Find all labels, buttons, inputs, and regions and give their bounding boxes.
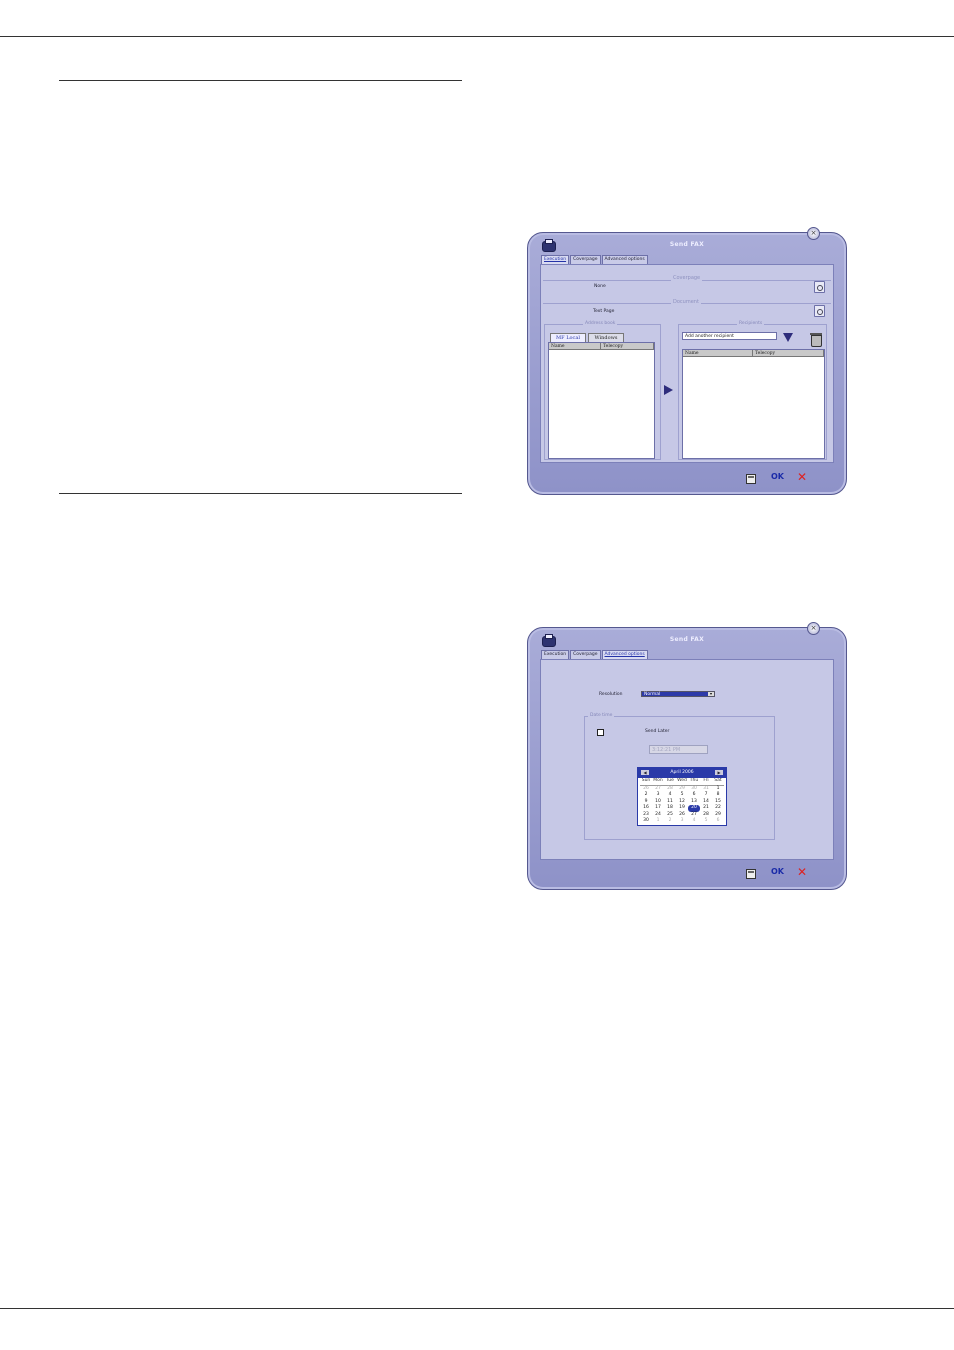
calendar-day-name: Mon <box>652 778 664 786</box>
send-fax-dialog-advanced: Send FAX × Execution Coverpage Advanced … <box>527 622 847 890</box>
recipients-list[interactable]: Name Telecopy <box>682 349 825 459</box>
save-icon[interactable] <box>746 869 756 879</box>
save-icon[interactable] <box>746 474 756 484</box>
tab-advanced-options[interactable]: Advanced options <box>601 255 648 264</box>
tab-bar: Execution Coverpage Advanced options <box>541 650 649 659</box>
time-value: 3:12:21 PM <box>652 747 681 753</box>
trash-icon[interactable] <box>810 333 822 347</box>
add-recipient-input[interactable]: Add another recipient <box>682 332 777 340</box>
address-book-list[interactable]: Name Telecopy <box>548 342 655 459</box>
calendar-header: ◀ April 2006 ▶ <box>638 768 726 778</box>
tab-advanced-options[interactable]: Advanced options <box>601 650 648 659</box>
footer-rule <box>0 1308 954 1309</box>
chevron-down-icon[interactable]: ▾ <box>708 692 714 696</box>
calendar-month-year: April 2006 <box>670 770 694 775</box>
coverpage-group-label: Coverpage <box>671 275 703 281</box>
document-browse-icon[interactable] <box>814 305 825 317</box>
calendar: ◀ April 2006 ▶ Sun Mon Tue Wed Thu Fri Sat 26 27… <box>637 767 727 826</box>
column-name[interactable]: Name <box>683 350 753 357</box>
send-later-checkbox[interactable] <box>597 729 604 736</box>
header-rule <box>0 36 954 37</box>
address-book-group: Address book MF Local Windows Name Telec… <box>544 321 661 460</box>
tab-coverpage[interactable]: Coverpage <box>570 650 601 659</box>
calendar-day[interactable]: 3 <box>676 818 688 825</box>
calendar-day-name: Wed <box>676 778 688 786</box>
column-telecopy[interactable]: Telecopy <box>601 343 654 350</box>
recipients-group: Recipients Add another recipient Name Te… <box>678 321 827 460</box>
section-rule-middle <box>59 493 462 494</box>
prev-month-button[interactable]: ◀ <box>641 770 649 775</box>
date-time-group: Date time Send Later 3:12:21 PM ◀ April … <box>584 713 775 840</box>
time-input[interactable]: 3:12:21 PM <box>649 745 708 754</box>
resolution-select[interactable]: Normal ▾ <box>641 691 715 697</box>
calendar-day-name: Sun <box>640 778 652 786</box>
execution-panel: Coverpage None Document Text Page Addres… <box>540 264 834 463</box>
calendar-day[interactable]: 6 <box>712 818 724 825</box>
calendar-day[interactable]: 5 <box>700 818 712 825</box>
calendar-day-name: Fri <box>700 778 712 786</box>
advanced-options-panel: Resolution Normal ▾ Date time Send Later… <box>540 659 834 860</box>
document-group-label: Document <box>671 299 701 305</box>
calendar-grid: Sun Mon Tue Wed Thu Fri Sat 26 27 28 29 30 31 1 2 3 4 5 6 7… <box>638 778 726 825</box>
tab-execution[interactable]: Execution <box>541 650 570 659</box>
calendar-day[interactable]: 30 <box>640 818 652 825</box>
column-name[interactable]: Name <box>549 343 601 350</box>
next-month-button[interactable]: ▶ <box>715 770 723 775</box>
calendar-day-name: Tue <box>664 778 676 786</box>
section-rule-top <box>59 80 462 81</box>
window-title: Send FAX <box>669 636 705 643</box>
document-value: Text Page <box>593 309 615 314</box>
resolution-label: Resolution <box>599 692 623 697</box>
calendar-day[interactable]: 2 <box>664 818 676 825</box>
ok-button[interactable]: OK <box>771 867 784 876</box>
cancel-icon[interactable]: ✕ <box>797 866 807 878</box>
calendar-day-name: Sat <box>712 778 724 786</box>
ok-button[interactable]: OK <box>771 472 784 481</box>
address-book-label: Address book <box>583 321 618 326</box>
send-fax-dialog-execution: Send FAX × Execution Coverpage Advanced … <box>527 227 847 495</box>
coverpage-value: None <box>594 284 606 289</box>
coverpage-browse-icon[interactable] <box>814 281 825 293</box>
calendar-day-name: Thu <box>688 778 700 786</box>
add-recipient-arrow-icon[interactable] <box>664 385 673 395</box>
cancel-icon[interactable]: ✕ <box>797 471 807 483</box>
resolution-value: Normal <box>644 692 661 697</box>
tab-coverpage[interactable]: Coverpage <box>570 255 601 264</box>
tab-bar: Execution Coverpage Advanced options <box>541 255 649 264</box>
calendar-day[interactable]: 4 <box>688 818 700 825</box>
window-close-icon[interactable]: × <box>807 227 820 240</box>
send-later-label: Send Later <box>645 729 670 734</box>
window-close-icon[interactable]: × <box>807 622 820 635</box>
calendar-day[interactable]: 1 <box>652 818 664 825</box>
date-time-label: Date time <box>588 713 615 718</box>
column-telecopy[interactable]: Telecopy <box>753 350 824 357</box>
window-title: Send FAX <box>669 241 705 248</box>
add-recipient-down-arrow-icon[interactable] <box>783 333 793 342</box>
recipients-label: Recipients <box>737 321 765 326</box>
tab-execution[interactable]: Execution <box>541 255 570 264</box>
